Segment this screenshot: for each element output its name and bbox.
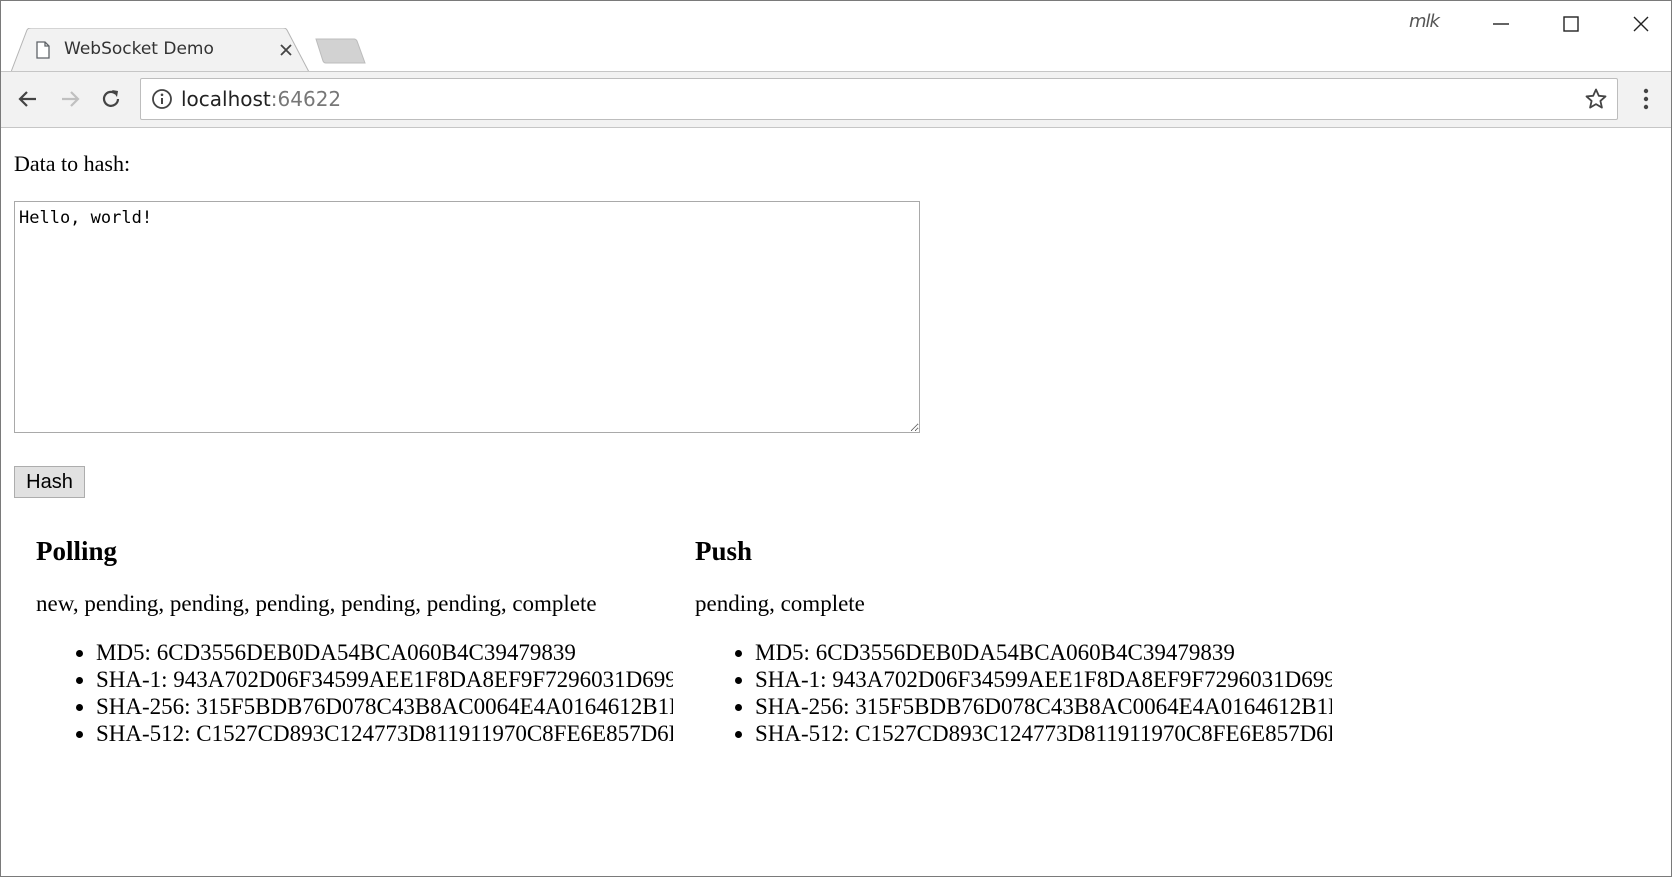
data-input-textarea[interactable]: Hello, world! [14,201,920,433]
close-icon[interactable] [277,41,295,59]
data-to-hash-label: Data to hash: [14,151,131,176]
arrow-left-icon [18,91,36,107]
tab-websocket-demo[interactable]: WebSocket Demo [11,28,309,72]
kebab-menu-icon [1643,88,1649,110]
push-result-sha512: SHA-512: C1527CD893C124773D811911970C8FE… [755,720,1332,747]
polling-result-sha1: SHA-1: 943A702D06F34599AEE1F8DA8EF9F7296… [96,666,673,693]
browser-toolbar: localhost:64622 [1,71,1671,128]
minimize-button[interactable] [1467,1,1535,47]
url-host: localhost [181,87,271,111]
new-tab-button[interactable] [314,37,366,65]
polling-section: Polling new, pending, pending, pending, … [36,535,673,747]
tab-title: WebSocket Demo [64,39,214,59]
push-title: Push [695,536,753,566]
back-button[interactable] [13,84,43,114]
page-content: Data to hash: Hello, world! Hash Polling… [1,127,1671,876]
polling-title: Polling [36,536,118,566]
browser-menu-button[interactable] [1631,84,1661,114]
info-icon[interactable] [151,88,173,110]
maximize-button[interactable] [1537,1,1605,47]
reload-button[interactable] [96,84,126,114]
polling-status: new, pending, pending, pending, pending,… [36,591,597,616]
tab-strip: WebSocket Demo mlk [1,1,1671,72]
minimize-icon [1493,23,1509,25]
push-result-md5: MD5: 6CD3556DEB0DA54BCA060B4C39479839 [755,639,1332,666]
address-bar[interactable]: localhost:64622 [140,78,1618,120]
polling-result-sha256: SHA-256: 315F5BDB76D078C43B8AC0064E4A016… [96,693,673,720]
push-result-sha256: SHA-256: 315F5BDB76D078C43B8AC0064E4A016… [755,693,1332,720]
maximize-icon [1563,16,1579,32]
polling-result-sha512: SHA-512: C1527CD893C124773D811911970C8FE… [96,720,673,747]
push-results-list: MD5: 6CD3556DEB0DA54BCA060B4C39479839 SH… [695,639,1332,747]
push-result-sha1: SHA-1: 943A702D06F34599AEE1F8DA8EF9F7296… [755,666,1332,693]
window-close-button[interactable] [1607,1,1671,47]
push-section: Push pending, complete MD5: 6CD3556DEB0D… [695,535,1332,747]
page-icon [36,41,50,59]
reload-icon [102,90,120,107]
url-port: :64622 [270,87,342,111]
polling-results-list: MD5: 6CD3556DEB0DA54BCA060B4C39479839 SH… [36,639,673,747]
hash-button[interactable]: Hash [14,466,85,498]
arrow-right-icon [62,91,80,107]
polling-result-md5: MD5: 6CD3556DEB0DA54BCA060B4C39479839 [96,639,673,666]
forward-button[interactable] [55,84,85,114]
url-text[interactable]: localhost:64622 [181,87,341,111]
star-icon[interactable] [1584,87,1608,111]
push-status: pending, complete [695,591,865,616]
profile-name[interactable]: mlk [1409,11,1440,32]
window-close-icon [1633,16,1649,32]
browser-window: WebSocket Demo mlk localhost:64622 Data … [0,0,1672,877]
